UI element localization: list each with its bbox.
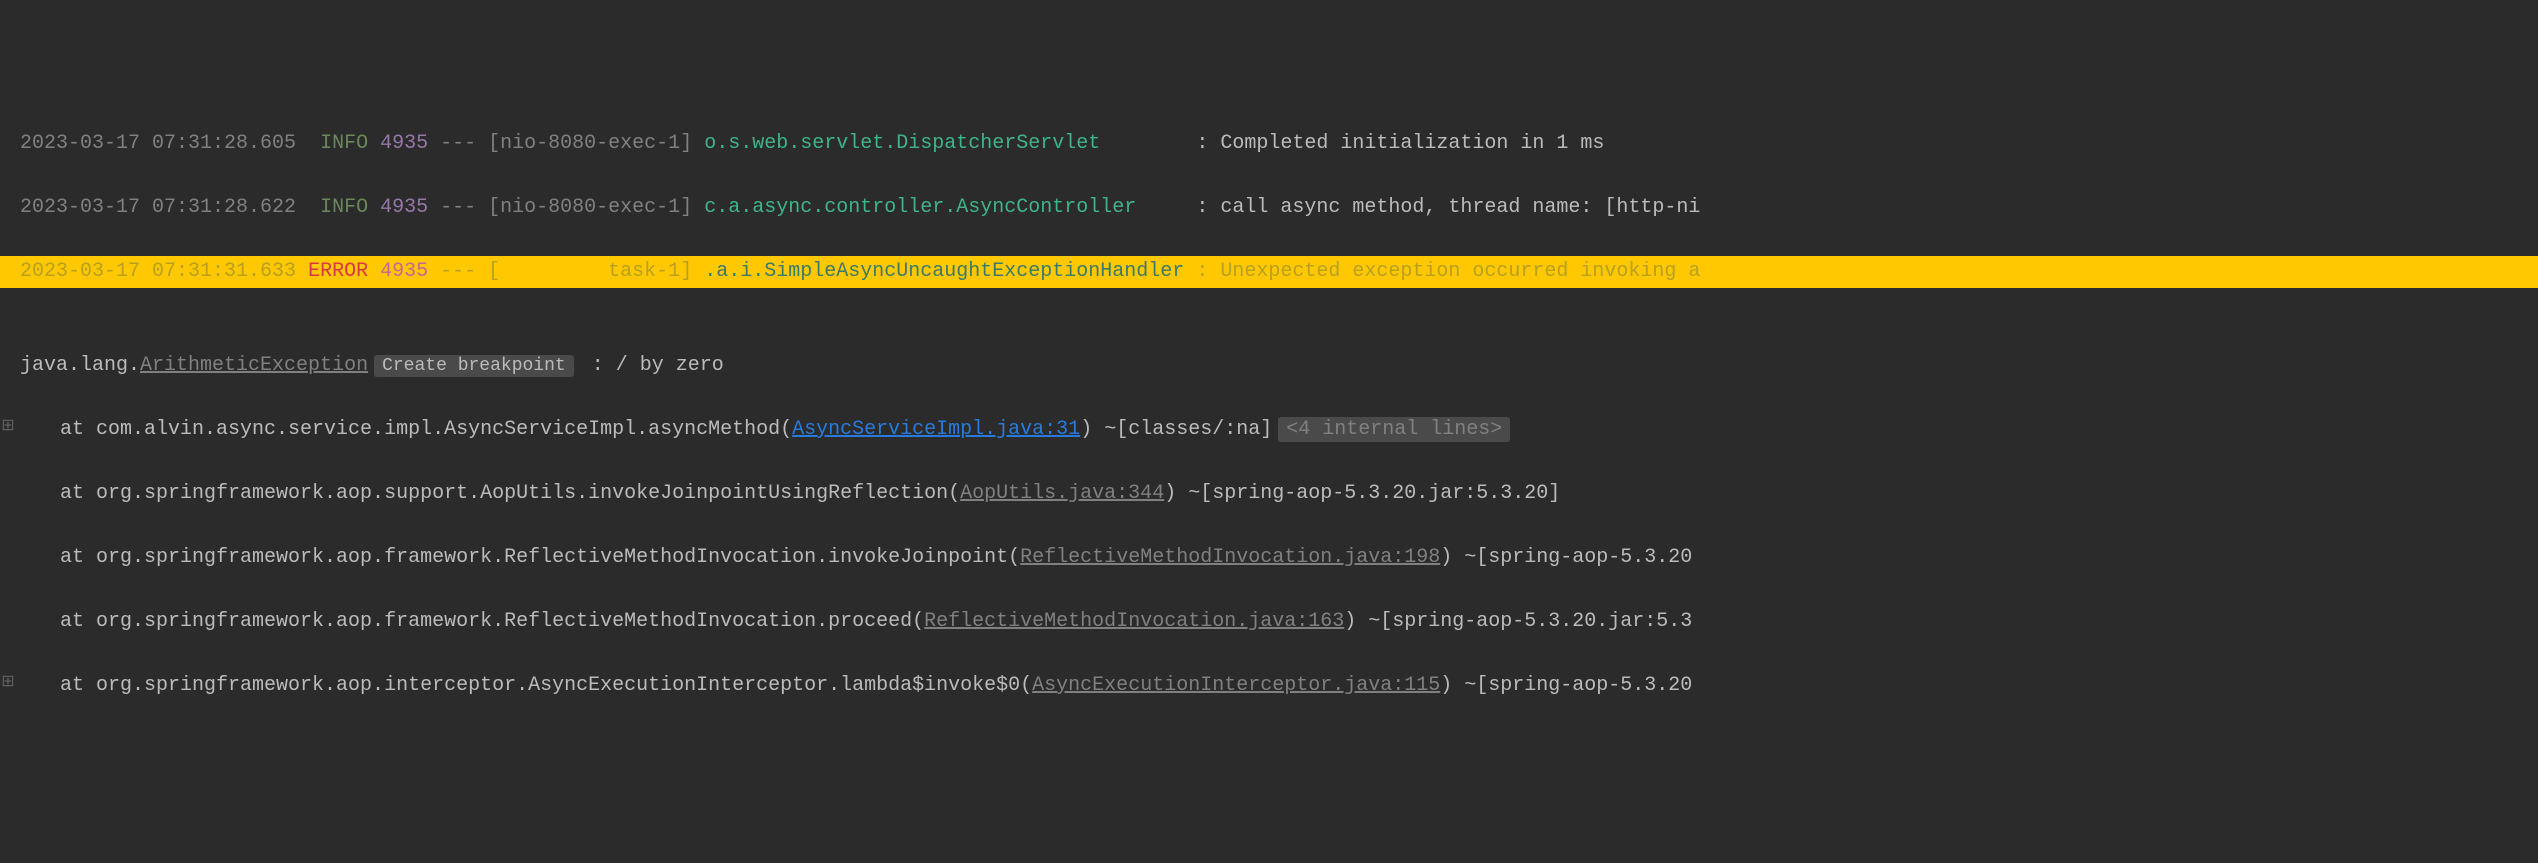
log-separator: --- xyxy=(440,196,476,219)
stack-trace-line: at org.springframework.aop.support.AopUt… xyxy=(0,478,2538,510)
stack-suffix: ) ~[spring-aop-5.3.20 xyxy=(1440,674,1692,697)
log-thread: [nio-8080-exec-1] xyxy=(488,196,692,219)
log-level-error: ERROR xyxy=(308,260,368,283)
stack-at: at xyxy=(60,418,96,441)
source-file-link[interactable]: ReflectiveMethodInvocation.java:198 xyxy=(1020,546,1440,569)
source-file-link[interactable]: ReflectiveMethodInvocation.java:163 xyxy=(924,610,1344,633)
source-file-link[interactable]: AopUtils.java:344 xyxy=(960,482,1164,505)
log-message: : call async method, thread name: [http-… xyxy=(1196,196,1700,219)
stack-suffix: ) ~[spring-aop-5.3.20 xyxy=(1440,546,1692,569)
log-timestamp: 2023-03-17 07:31:31.633 xyxy=(20,260,296,283)
stack-trace-line: at org.springframework.aop.framework.Ref… xyxy=(0,606,2538,638)
stack-method: com.alvin.async.service.impl.AsyncServic… xyxy=(96,418,792,441)
stack-at: at xyxy=(60,482,96,505)
stack-at: at xyxy=(60,674,96,697)
create-breakpoint-button[interactable]: Create breakpoint xyxy=(374,355,574,377)
log-timestamp: 2023-03-17 07:31:28.605 xyxy=(20,132,296,155)
log-line: 2023-03-17 07:31:28.605 INFO 4935 --- [n… xyxy=(0,128,2538,160)
log-pid: 4935 xyxy=(380,260,428,283)
log-separator: --- xyxy=(440,132,476,155)
stack-method: org.springframework.aop.framework.Reflec… xyxy=(96,546,1020,569)
log-message: : Unexpected exception occurred invoking… xyxy=(1196,260,1700,283)
log-pid: 4935 xyxy=(380,196,428,219)
internal-lines-button[interactable]: <4 internal lines> xyxy=(1278,417,1510,442)
log-level-info: INFO xyxy=(320,196,368,219)
stack-at: at xyxy=(60,610,96,633)
stack-method: org.springframework.aop.interceptor.Asyn… xyxy=(96,674,1032,697)
stack-suffix: ) ~[spring-aop-5.3.20.jar:5.3.20] xyxy=(1164,482,1560,505)
exception-header: java.lang.ArithmeticException Create brea… xyxy=(0,350,2538,382)
expand-icon[interactable]: ⊞ xyxy=(0,670,16,696)
log-separator: --- xyxy=(440,260,476,283)
stack-method: org.springframework.aop.support.AopUtils… xyxy=(96,482,960,505)
exception-package: java.lang. xyxy=(20,354,140,377)
stack-trace-line: ⊞ at org.springframework.aop.interceptor.… xyxy=(0,670,2538,702)
log-logger: c.a.async.controller.AsyncController xyxy=(704,196,1136,219)
stack-method: org.springframework.aop.framework.Reflec… xyxy=(96,610,924,633)
expand-icon[interactable]: ⊞ xyxy=(0,414,16,440)
stack-suffix: ) ~[spring-aop-5.3.20.jar:5.3 xyxy=(1344,610,1692,633)
exception-type-link[interactable]: ArithmeticException xyxy=(140,354,368,377)
source-file-link[interactable]: AsyncExecutionInterceptor.java:115 xyxy=(1032,674,1440,697)
stack-trace-line: at org.springframework.aop.framework.Ref… xyxy=(0,542,2538,574)
exception-message: : / by zero xyxy=(580,354,724,377)
stack-at: at xyxy=(60,546,96,569)
log-logger: .a.i.SimpleAsyncUncaughtExceptionHandler xyxy=(704,260,1184,283)
log-line: 2023-03-17 07:31:28.622 INFO 4935 --- [n… xyxy=(0,192,2538,224)
error-log-line: 2023-03-17 07:31:31.633 ERROR 4935 --- [… xyxy=(0,256,2538,288)
log-thread: [nio-8080-exec-1] xyxy=(488,132,692,155)
stack-suffix: ) ~[classes/:na] xyxy=(1080,418,1272,441)
log-message: : Completed initialization in 1 ms xyxy=(1196,132,1604,155)
log-timestamp: 2023-03-17 07:31:28.622 xyxy=(20,196,296,219)
stack-trace-line: ⊞ at com.alvin.async.service.impl.AsyncSe… xyxy=(0,414,2538,446)
source-file-link[interactable]: AsyncServiceImpl.java:31 xyxy=(792,418,1080,441)
log-logger: o.s.web.servlet.DispatcherServlet xyxy=(704,132,1100,155)
log-level-info: INFO xyxy=(320,132,368,155)
log-thread: [ task-1] xyxy=(488,260,692,283)
log-pid: 4935 xyxy=(380,132,428,155)
